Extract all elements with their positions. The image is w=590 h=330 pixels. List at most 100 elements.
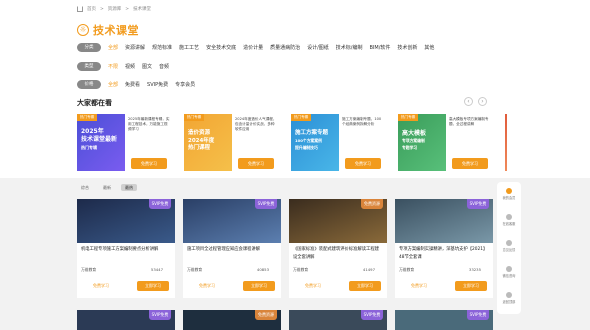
thumb-line: 高大模板 [402, 130, 427, 137]
filter-label: 价格 [77, 80, 101, 89]
course-card[interactable]: SVIP免费 [395, 310, 493, 330]
course-grid: SVIP免费 机电工程专项施工方案编制要点分析讲解 万维教育 53447 免费学… [77, 199, 493, 298]
free-study-button[interactable]: 免费学习 [131, 158, 167, 169]
filter-option[interactable]: 视频 [125, 63, 135, 70]
free-study-button[interactable]: 免费学习 [238, 158, 274, 169]
course-title[interactable]: 施工项目全过程管理应知应会课程讲解 [187, 246, 277, 254]
course-author: 万维教育 [293, 267, 309, 272]
free-study-button[interactable]: 免费学习 [452, 158, 488, 169]
featured-cards: 热门专辑 2025年 技术课堂最新 热门专辑 2025年最新课程专辑，实用工程技… [77, 114, 507, 171]
filter-option[interactable]: 造价计量 [243, 44, 263, 51]
filter-option[interactable]: 技术标/编制 [336, 44, 363, 51]
page-title-row: ☼ 技术课堂 [77, 22, 139, 38]
course-thumbnail[interactable]: 免费资源 [289, 199, 387, 243]
course-card[interactable]: SVIP免费 机电工程专项施工方案编制要点分析讲解 万维教育 53447 免费学… [77, 199, 175, 298]
course-grid-row2: SVIP免费 免费资源 SVIP免费 SVIP免费 [77, 310, 493, 330]
home-icon[interactable] [77, 6, 83, 12]
course-card[interactable]: SVIP免费 专项方案编制实操精讲，深基坑支护【2021】48节全套课 万维教育… [395, 199, 493, 298]
carousel-arrows: ‹ › [464, 97, 487, 106]
card-thumbnail[interactable]: 热门专辑 施工方案专题 100个方案案例 提升编制技巧 [291, 114, 339, 171]
top-section: 首页 > 资源库 > 技术课堂 ☼ 技术课堂 分类 全部 资源讲解 规范标准 施… [0, 0, 590, 178]
prev-arrow-icon[interactable]: ‹ [464, 97, 473, 106]
card-desc: 2024年度造价人气课程，包含计量计价实战，多种软件应用 [235, 117, 277, 131]
sidebar-item-wechat[interactable]: 微信咨询 [497, 266, 521, 279]
course-title[interactable]: 机电工程专项施工方案编制要点分析讲解 [81, 246, 171, 254]
feedback-icon [506, 240, 512, 246]
study-button[interactable]: 立即学习 [349, 281, 381, 291]
course-card[interactable]: SVIP免费 [77, 310, 175, 330]
course-views: 33235 [468, 267, 481, 272]
course-card[interactable]: SVIP免费 施工项目全过程管理应知应会课程讲解 万维教育 40853 免费学习… [183, 199, 281, 298]
filter-option[interactable]: 图文 [142, 63, 152, 70]
course-author: 万维教育 [187, 267, 203, 272]
free-study-button[interactable]: 免费学习 [345, 158, 381, 169]
free-label: 免费学习 [411, 283, 427, 288]
course-thumbnail[interactable]: SVIP免费 [395, 199, 493, 243]
sidebar-item-feedback[interactable]: 意见反馈 [497, 240, 521, 253]
filter-option[interactable]: 设计/图纸 [307, 44, 329, 51]
card-thumbnail[interactable]: 热门专辑 2025年 技术课堂最新 热门专辑 [77, 114, 125, 171]
free-label: 免费学习 [93, 283, 109, 288]
filter-option[interactable]: 施工工艺 [179, 44, 199, 51]
svip-badge: SVIP免费 [467, 310, 489, 320]
card-thumb-text: 2025年 技术课堂最新 热门专辑 [81, 128, 123, 152]
filter-option[interactable]: SVIP免费 [147, 81, 168, 88]
breadcrumb-parent[interactable]: 资源库 [108, 6, 122, 12]
card-badge: 热门专辑 [291, 114, 311, 121]
sidebar-item-top[interactable]: 返回顶部 [497, 292, 521, 305]
filter-option[interactable]: 全部 [108, 81, 118, 88]
filter-label: 类型 [77, 62, 101, 71]
course-card[interactable]: 免费资源 《国家标准》装配式建筑评价标准解读工程建设全套讲解 万维教育 4149… [289, 199, 387, 298]
filter-option[interactable]: 其他 [424, 44, 434, 51]
filter-option[interactable]: 不限 [108, 63, 118, 70]
filter-option[interactable]: 专享会员 [175, 81, 195, 88]
filter-option[interactable]: 全部 [108, 44, 118, 51]
course-views: 53447 [150, 267, 163, 272]
sidebar-item-service[interactable]: 在线客服 [497, 214, 521, 227]
course-card[interactable]: 免费资源 [183, 310, 281, 330]
sidebar-item-vip[interactable]: 我的会员 [497, 188, 521, 201]
sort-tab[interactable]: 最新 [99, 184, 115, 191]
filter-row-price: 价格 全部 免费看 SVIP免费 专享会员 [77, 80, 202, 89]
card-desc: 2025年最新课程专辑，实用工程技术，万能施工视频学习 [128, 117, 170, 131]
featured-card[interactable]: 热门专辑 施工方案专题 100个方案案例 提升编制技巧 施工方案编制专题，100… [291, 114, 387, 171]
sidebar-label: 返回顶部 [502, 300, 516, 304]
filter-row-category: 分类 全部 资源讲解 规范标准 施工工艺 安全技术交底 造价计量 质量通病防治 … [77, 43, 441, 52]
arrow-up-icon [506, 292, 512, 298]
course-card[interactable]: SVIP免费 [289, 310, 387, 330]
course-thumbnail[interactable]: SVIP免费 [183, 199, 281, 243]
study-button[interactable]: 立即学习 [455, 281, 487, 291]
filter-option[interactable]: 资源讲解 [125, 44, 145, 51]
breadcrumb-home[interactable]: 首页 [87, 6, 96, 12]
featured-card[interactable]: 热门专辑 造价资源 2024年度 热门课程 2024年度造价人气课程，包含计量计… [184, 114, 280, 171]
next-arrow-icon[interactable]: › [478, 97, 487, 106]
course-thumbnail[interactable]: SVIP免费 [77, 199, 175, 243]
card-thumbnail[interactable] [505, 114, 507, 171]
svip-badge: SVIP免费 [149, 199, 171, 209]
thumb-line: 造价资源 [188, 130, 211, 136]
card-thumbnail[interactable]: 热门专辑 高大模板 专项方案编制 专题学习 [398, 114, 446, 171]
filter-option[interactable]: 技术创新 [397, 44, 417, 51]
card-thumbnail[interactable]: 热门专辑 造价资源 2024年度 热门课程 [184, 114, 232, 171]
study-button[interactable]: 立即学习 [243, 281, 275, 291]
filter-option[interactable]: 质量通病防治 [270, 44, 300, 51]
course-title[interactable]: 专项方案编制实操精讲，深基坑支护【2021】48节全套课 [399, 246, 489, 262]
sort-tab[interactable]: 综合 [77, 184, 93, 191]
study-button[interactable]: 立即学习 [137, 281, 169, 291]
filter-option[interactable]: 规范标准 [152, 44, 172, 51]
sort-tab[interactable]: 最热 [121, 184, 137, 191]
filter-option[interactable]: 音频 [159, 63, 169, 70]
sidebar-label: 微信咨询 [502, 274, 516, 278]
filter-option[interactable]: 安全技术交底 [206, 44, 236, 51]
sidebar-label: 在线客服 [502, 222, 516, 226]
course-title[interactable]: 《国家标准》装配式建筑评价标准解读工程建设全套讲解 [293, 246, 383, 262]
featured-card[interactable]: 热门专辑 2025年 技术课堂最新 热门专辑 2025年最新课程专辑，实用工程技… [77, 114, 173, 171]
featured-card[interactable]: 热门专辑 高大模板 专项方案编制 专题学习 高大模板专项方案编制专题，全过程讲解… [398, 114, 494, 171]
filter-option[interactable]: BIM/软件 [369, 44, 390, 51]
card-badge: 热门专辑 [184, 114, 204, 121]
breadcrumb: 首页 > 资源库 > 技术课堂 [77, 6, 151, 12]
breadcrumb-separator: > [100, 6, 104, 12]
sort-tabs: 综合 最新 最热 [77, 184, 137, 191]
course-views: 41497 [362, 267, 375, 272]
filter-option[interactable]: 免费看 [125, 81, 140, 88]
